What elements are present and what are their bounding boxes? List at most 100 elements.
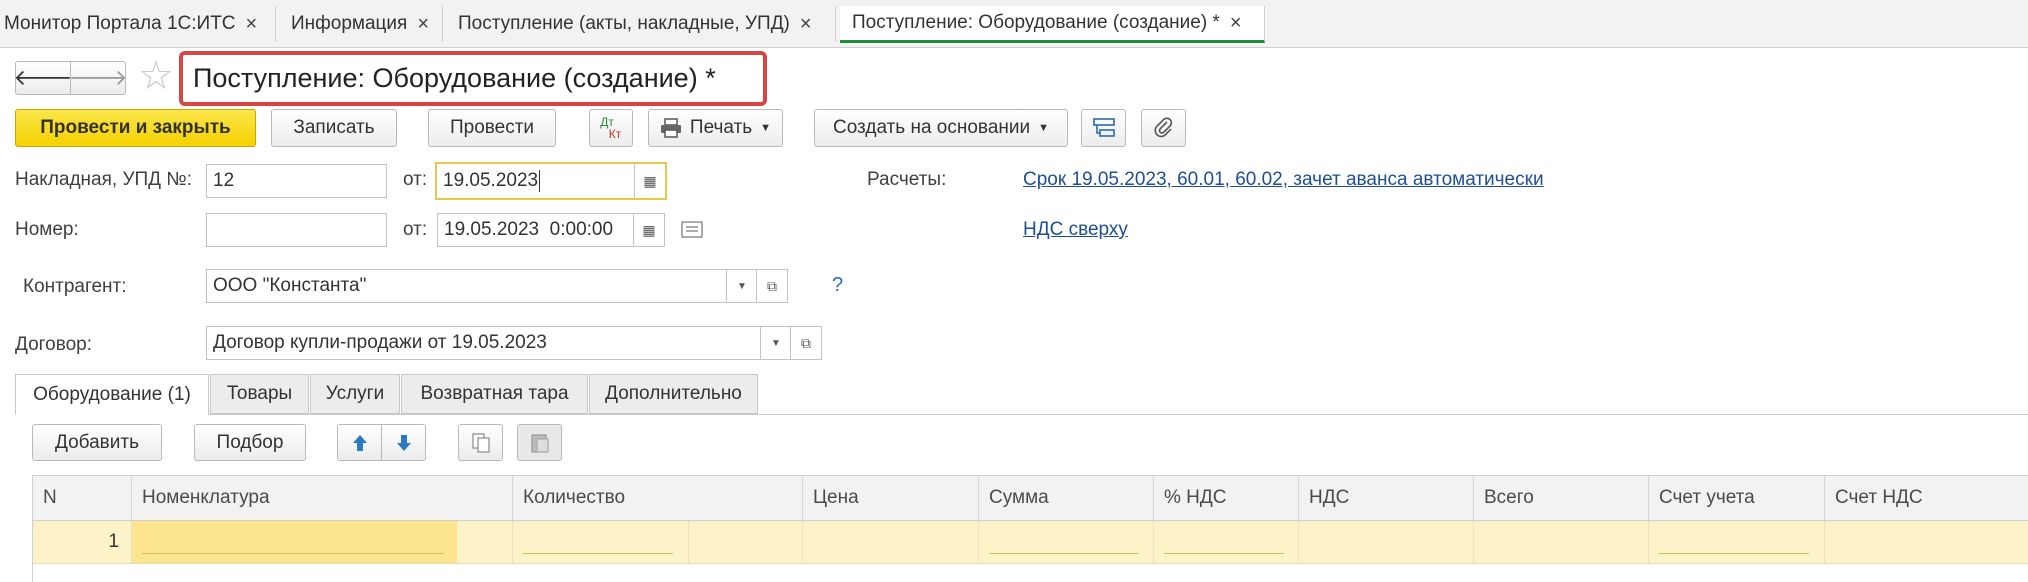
tab-goods[interactable]: Товары bbox=[210, 374, 309, 414]
close-icon[interactable]: × bbox=[417, 13, 429, 36]
attach-button[interactable] bbox=[1141, 109, 1186, 147]
tab-receipt-equipment[interactable]: Поступление: Оборудование (создание) * × bbox=[840, 6, 1265, 43]
contract-input[interactable]: Договор купли-продажи от 19.05.2023 ▼ ⧉ bbox=[206, 326, 822, 360]
cell-vat[interactable] bbox=[1299, 521, 1474, 563]
chevron-down-icon[interactable]: ▼ bbox=[760, 327, 791, 359]
col-quantity[interactable]: Количество bbox=[513, 476, 803, 520]
col-vat-account[interactable]: Счет НДС bbox=[1825, 476, 2028, 520]
tab-returnable-packaging[interactable]: Возвратная тара bbox=[401, 374, 588, 414]
copy-button[interactable] bbox=[458, 424, 503, 461]
invoice-date-value: 19.05.2023 bbox=[443, 170, 539, 191]
tab-services[interactable]: Услуги bbox=[310, 374, 400, 414]
cell-price[interactable] bbox=[803, 521, 979, 563]
vat-link[interactable]: НДС сверху bbox=[1023, 219, 1128, 241]
cell-sum[interactable] bbox=[979, 521, 1154, 563]
settlements-link[interactable]: Срок 19.05.2023, 60.01, 60.02, зачет ава… bbox=[1023, 169, 1544, 191]
invoice-date-input[interactable]: 19.05.2023 ▦ bbox=[435, 162, 667, 200]
paperclip-icon bbox=[1154, 117, 1172, 138]
col-vat[interactable]: НДС bbox=[1299, 476, 1474, 520]
move-down-button[interactable] bbox=[381, 424, 426, 461]
comment-icon[interactable] bbox=[681, 220, 703, 245]
page-title: Поступление: Оборудование (создание) * bbox=[193, 63, 716, 93]
cell-vat-rate[interactable] bbox=[1154, 521, 1299, 563]
calendar-icon[interactable]: ▦ bbox=[634, 164, 665, 198]
invoice-number-label: Накладная, УПД №: bbox=[15, 169, 192, 190]
settlements-label: Расчеты: bbox=[867, 169, 947, 190]
cell-underline bbox=[142, 553, 444, 554]
chevron-down-icon: ▼ bbox=[1038, 122, 1049, 134]
chevron-down-icon[interactable]: ▼ bbox=[726, 270, 757, 302]
structure-button[interactable] bbox=[1081, 109, 1126, 147]
tabs-divider bbox=[15, 414, 2028, 415]
cell-underline bbox=[523, 553, 673, 554]
from-label: от: bbox=[403, 219, 428, 240]
post-and-close-button[interactable]: Провести и закрыть bbox=[15, 109, 256, 147]
tab-label: Поступление (акты, накладные, УПД) bbox=[458, 13, 790, 34]
active-cell bbox=[132, 521, 457, 563]
open-icon[interactable]: ⧉ bbox=[756, 270, 787, 302]
move-up-button[interactable] bbox=[337, 424, 382, 461]
col-vat-rate[interactable]: % НДС bbox=[1154, 476, 1299, 520]
tab-bar: Монитор Портала 1С:ИТС × Информация × По… bbox=[0, 0, 2028, 48]
paste-button[interactable] bbox=[517, 424, 562, 461]
hierarchy-icon bbox=[1092, 118, 1115, 137]
add-button[interactable]: Добавить bbox=[32, 424, 162, 461]
cell-account[interactable] bbox=[1649, 521, 1825, 563]
cell-n: 1 bbox=[33, 521, 132, 563]
pick-button[interactable]: Подбор bbox=[194, 424, 306, 461]
tab-information[interactable]: Информация × bbox=[277, 6, 443, 42]
tab-receipts-list[interactable]: Поступление (акты, накладные, УПД) × bbox=[444, 6, 836, 42]
tab-label: Информация bbox=[291, 13, 408, 34]
col-nomenclature[interactable]: Номенклатура bbox=[132, 476, 513, 520]
number-date-value: 19.05.2023 0:00:00 bbox=[444, 219, 614, 240]
table-row[interactable]: 1 bbox=[33, 521, 2028, 564]
close-icon[interactable]: × bbox=[246, 13, 258, 36]
close-icon[interactable]: × bbox=[1230, 12, 1242, 35]
cell-underline bbox=[1164, 553, 1284, 554]
chevron-down-icon: ▼ bbox=[760, 122, 772, 134]
arrow-up-icon bbox=[352, 434, 367, 451]
col-account[interactable]: Счет учета bbox=[1649, 476, 1825, 520]
col-total[interactable]: Всего bbox=[1474, 476, 1649, 520]
cell-quantity[interactable] bbox=[513, 521, 689, 563]
open-icon[interactable]: ⧉ bbox=[790, 327, 821, 359]
number-date-input[interactable]: 19.05.2023 0:00:00 ▦ bbox=[437, 213, 665, 247]
copy-icon bbox=[471, 432, 490, 453]
back-button[interactable]: 🡐 bbox=[13, 61, 73, 95]
invoice-number-input[interactable]: 12 bbox=[206, 164, 387, 198]
col-sum[interactable]: Сумма bbox=[979, 476, 1154, 520]
cell-vat-account[interactable] bbox=[1825, 521, 2028, 563]
col-price[interactable]: Цена bbox=[803, 476, 979, 520]
from-label: от: bbox=[403, 169, 428, 190]
arrow-left-icon: 🡐 bbox=[13, 65, 73, 90]
cell-unit bbox=[689, 521, 803, 563]
counterparty-label: Контрагент: bbox=[23, 276, 127, 297]
create-based-on-button[interactable]: Создать на основании ▼ bbox=[814, 109, 1068, 147]
forward-button[interactable]: 🡒 bbox=[69, 61, 128, 95]
cell-total[interactable] bbox=[1474, 521, 1649, 563]
contract-label: Договор: bbox=[15, 334, 93, 355]
title-highlight: Поступление: Оборудование (создание) * bbox=[179, 51, 767, 106]
text-cursor bbox=[539, 170, 541, 192]
close-icon[interactable]: × bbox=[800, 13, 812, 36]
tab-portal-monitor[interactable]: Монитор Портала 1С:ИТС × bbox=[0, 6, 276, 42]
tab-equipment[interactable]: Оборудование (1) bbox=[15, 374, 209, 415]
dt-kt-button[interactable]: Дт Кт bbox=[589, 109, 633, 147]
kt-label: Кт bbox=[608, 127, 622, 141]
print-label: Печать bbox=[689, 117, 753, 138]
number-input[interactable] bbox=[206, 213, 387, 247]
print-button[interactable]: Печать ▼ bbox=[648, 109, 783, 147]
star-icon[interactable]: ☆ bbox=[138, 54, 174, 98]
cell-nomenclature[interactable] bbox=[132, 521, 513, 563]
help-icon[interactable]: ? bbox=[832, 274, 843, 297]
arrow-down-icon bbox=[396, 434, 411, 451]
contract-value: Договор купли-продажи от 19.05.2023 bbox=[213, 332, 547, 353]
tab-additional[interactable]: Дополнительно bbox=[589, 374, 758, 414]
col-n[interactable]: N bbox=[33, 476, 132, 520]
create-based-label: Создать на основании bbox=[832, 117, 1031, 138]
calendar-icon[interactable]: ▦ bbox=[633, 214, 664, 246]
table-header: N Номенклатура Количество Цена Сумма % Н… bbox=[33, 476, 2028, 521]
counterparty-input[interactable]: ООО "Константа" ▼ ⧉ bbox=[206, 269, 788, 303]
post-button[interactable]: Провести bbox=[428, 109, 556, 147]
save-button[interactable]: Записать bbox=[271, 109, 397, 147]
